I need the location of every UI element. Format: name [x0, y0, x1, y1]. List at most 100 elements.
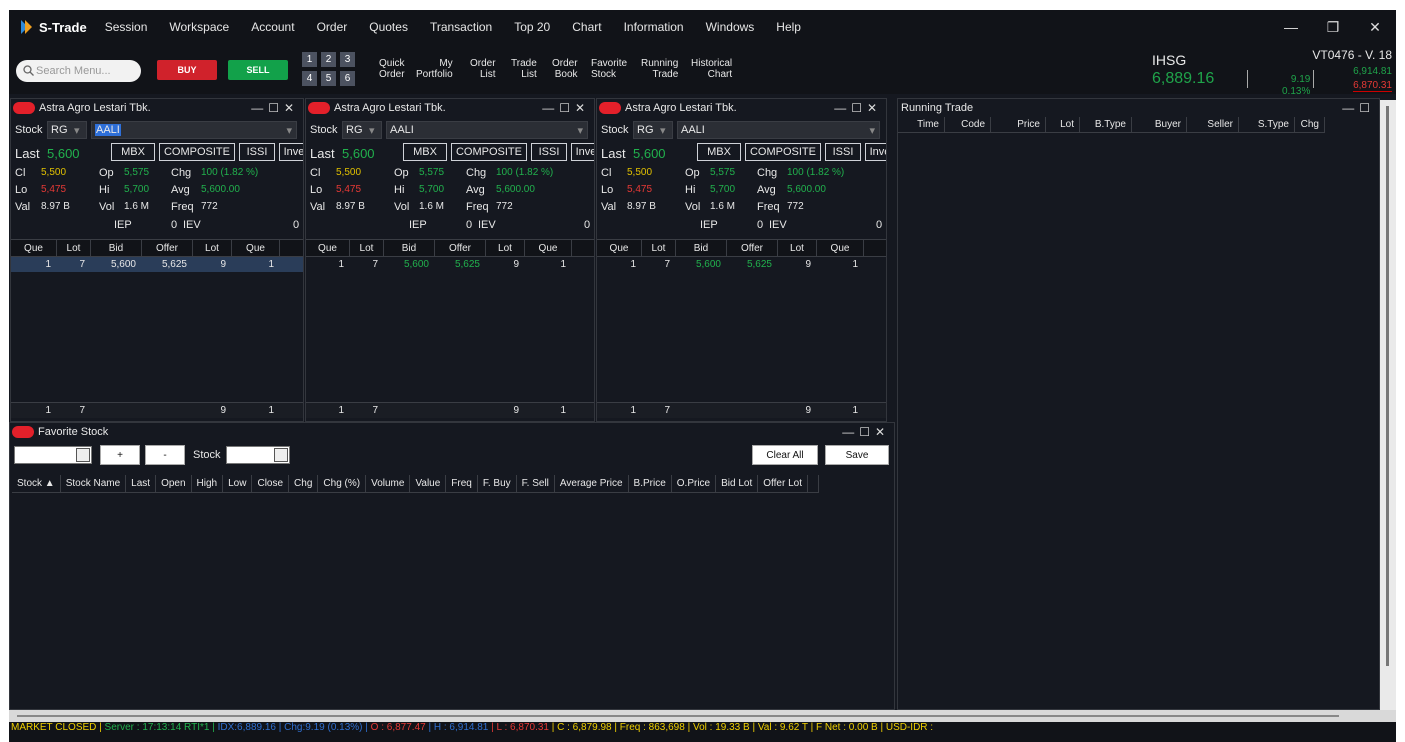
menu-account[interactable]: Account: [251, 20, 294, 34]
stock-code-input[interactable]: AALI ▾: [677, 121, 880, 139]
chevron-down-icon: ▾: [660, 125, 666, 137]
tab-composite[interactable]: COMPOSITE: [745, 143, 821, 161]
menu-transaction[interactable]: Transaction: [430, 20, 492, 34]
board-select[interactable]: RG ▾: [342, 121, 382, 139]
running-trade-col-header[interactable]: Buyer: [1132, 117, 1187, 132]
tab-inve[interactable]: Inve: [865, 143, 886, 161]
favorite-col-header[interactable]: Close: [252, 475, 290, 492]
tab-inve[interactable]: Inve: [571, 143, 594, 161]
scroll-thumb[interactable]: [1386, 106, 1389, 666]
favorite-col-header[interactable]: Volume: [366, 475, 411, 492]
tab-issi[interactable]: ISSI: [239, 143, 275, 161]
lo-label: Lo: [601, 184, 614, 196]
tab-issi[interactable]: ISSI: [531, 143, 567, 161]
tab-mbx[interactable]: MBX: [111, 143, 155, 161]
tab-inve[interactable]: Inve: [279, 143, 303, 161]
running-trade-col-header[interactable]: Seller: [1187, 117, 1239, 132]
favorite-col-header[interactable]: F. Sell: [517, 475, 555, 492]
menu-quotes[interactable]: Quotes: [369, 20, 408, 34]
workspace-4-button[interactable]: 4: [302, 71, 317, 86]
order-book-button[interactable]: Order Book: [552, 58, 578, 80]
horizontal-scrollbar[interactable]: [9, 710, 1396, 722]
menu-order[interactable]: Order: [317, 20, 348, 34]
favorite-col-header[interactable]: O.Price: [672, 475, 717, 492]
panel-controls[interactable]: —☐✕: [842, 425, 890, 439]
favorite-col-header[interactable]: Freq: [446, 475, 478, 492]
workspace-5-button[interactable]: 5: [321, 71, 336, 86]
order-list-button[interactable]: Order List: [470, 58, 496, 80]
sell-button[interactable]: SELL: [228, 60, 288, 80]
my-portfolio-button[interactable]: My Portfolio: [416, 58, 453, 80]
logo-icon: [21, 20, 32, 34]
favorite-col-header[interactable]: F. Buy: [478, 475, 517, 492]
running-trade-col-header[interactable]: Chg: [1295, 117, 1325, 132]
favorite-col-header[interactable]: B.Price: [629, 475, 672, 492]
clear-all-button[interactable]: Clear All: [752, 445, 818, 465]
favorite-col-header[interactable]: Low: [223, 475, 253, 492]
quick-order-button[interactable]: Quick Order: [379, 58, 405, 80]
running-trade-col-header[interactable]: Lot: [1046, 117, 1080, 132]
scroll-thumb[interactable]: [17, 715, 1339, 717]
menu-help[interactable]: Help: [776, 20, 801, 34]
save-button[interactable]: Save: [825, 445, 889, 465]
favorite-col-header[interactable]: Average Price: [555, 475, 629, 492]
orderbook-row[interactable]: 1 7 5,600 5,625 9 1: [306, 257, 594, 272]
menu-information[interactable]: Information: [624, 20, 684, 34]
workspace-6-button[interactable]: 6: [340, 71, 355, 86]
menu-windows[interactable]: Windows: [706, 20, 755, 34]
tab-mbx[interactable]: MBX: [697, 143, 741, 161]
panel-controls[interactable]: —☐✕: [542, 101, 590, 115]
avg-value: 5,600.00: [496, 184, 535, 195]
running-trade-col-header[interactable]: Time: [898, 117, 945, 132]
running-trade-col-header[interactable]: Code: [945, 117, 991, 132]
favorite-col-header[interactable]: Bid Lot: [716, 475, 759, 492]
add-button[interactable]: +: [100, 445, 140, 465]
favorite-col-header[interactable]: Stock Name: [61, 475, 127, 492]
favorite-col-header[interactable]: High: [192, 475, 224, 492]
panel-controls[interactable]: —☐: [1342, 101, 1375, 115]
stock-select[interactable]: [226, 446, 290, 464]
orderbook-row[interactable]: 1 7 5,600 5,625 9 1: [597, 257, 886, 272]
favorite-list-select[interactable]: [14, 446, 92, 464]
menu-session[interactable]: Session: [105, 20, 148, 34]
favorite-col-header[interactable]: [808, 475, 819, 492]
menu-chart[interactable]: Chart: [572, 20, 601, 34]
favorite-col-header[interactable]: Open: [156, 475, 192, 492]
search-menu-input[interactable]: Search Menu...: [16, 60, 141, 82]
favorite-col-header[interactable]: Offer Lot: [758, 475, 808, 492]
favorite-col-header[interactable]: Value: [410, 475, 447, 492]
menu-workspace[interactable]: Workspace: [169, 20, 229, 34]
vertical-scrollbar[interactable]: [1380, 100, 1396, 710]
panel-controls[interactable]: —☐✕: [251, 101, 299, 115]
trade-list-button[interactable]: Trade List: [511, 58, 537, 80]
workspace-2-button[interactable]: 2: [321, 52, 336, 67]
tab-issi[interactable]: ISSI: [825, 143, 861, 161]
panel-controls[interactable]: —☐✕: [834, 101, 882, 115]
workspace-1-button[interactable]: 1: [302, 52, 317, 67]
favorite-stock-button[interactable]: Favorite Stock: [591, 58, 627, 80]
favorite-col-header[interactable]: Chg (%): [318, 475, 367, 492]
running-trade-button[interactable]: Running Trade: [641, 58, 678, 80]
favorite-col-header[interactable]: Chg: [289, 475, 319, 492]
tab-composite[interactable]: COMPOSITE: [159, 143, 235, 161]
tab-composite[interactable]: COMPOSITE: [451, 143, 527, 161]
stock-code-input[interactable]: AALI ▾: [386, 121, 588, 139]
workspace-3-button[interactable]: 3: [340, 52, 355, 67]
orderbook-row[interactable]: 1 7 5,600 5,625 9 1: [11, 257, 303, 272]
restore-button[interactable]: ❐: [1312, 10, 1354, 44]
running-trade-col-header[interactable]: S.Type: [1239, 117, 1295, 132]
remove-button[interactable]: -: [145, 445, 185, 465]
historical-chart-button[interactable]: Historical Chart: [691, 58, 732, 80]
close-button[interactable]: ✕: [1354, 10, 1396, 44]
tab-mbx[interactable]: MBX: [403, 143, 447, 161]
running-trade-col-header[interactable]: Price: [991, 117, 1046, 132]
running-trade-col-header[interactable]: B.Type: [1080, 117, 1132, 132]
board-select[interactable]: RG ▾: [47, 121, 87, 139]
board-select[interactable]: RG ▾: [633, 121, 673, 139]
minimize-button[interactable]: —: [1270, 10, 1312, 44]
favorite-col-header[interactable]: Stock ▲: [12, 475, 61, 492]
stock-code-input[interactable]: AALI ▾: [91, 121, 297, 139]
menu-top20[interactable]: Top 20: [514, 20, 550, 34]
buy-button[interactable]: BUY: [157, 60, 217, 80]
favorite-col-header[interactable]: Last: [126, 475, 157, 492]
